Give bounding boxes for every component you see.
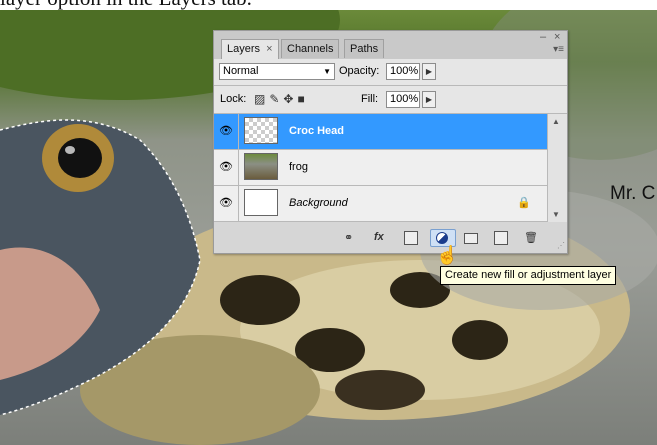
caption-strip: layer option in the Layers tab. xyxy=(0,0,657,10)
layer-name: Croc Head xyxy=(289,125,345,137)
eye-icon[interactable]: 👁 xyxy=(218,196,234,210)
mask-icon[interactable] xyxy=(404,231,418,245)
lock-options: ▨✎✥■ xyxy=(254,92,309,106)
opacity-label: Opacity: xyxy=(339,65,380,77)
layers-bottom-bar: ⚭ fx 🗑 ⋰ xyxy=(214,225,567,252)
new-layer-icon[interactable] xyxy=(494,231,508,245)
layers-panel: Layers × Channels Paths – × ▾≡ Normal ▼ … xyxy=(213,30,568,254)
blend-mode-select[interactable]: Normal ▼ xyxy=(219,63,335,80)
lock-transparent-icon[interactable]: ▨ xyxy=(254,92,269,106)
tab-channels-label: Channels xyxy=(287,43,334,55)
tab-paths[interactable]: Paths xyxy=(344,39,385,58)
tab-layers[interactable]: Layers × xyxy=(221,39,279,59)
layer-scrollbar[interactable]: ▲ ▼ xyxy=(547,114,567,222)
resize-grip-icon[interactable]: ⋰ xyxy=(557,241,565,250)
lock-all-icon[interactable]: ■ xyxy=(297,92,308,106)
tab-close-icon[interactable]: × xyxy=(266,43,272,55)
divider xyxy=(238,150,239,185)
divider xyxy=(238,114,239,149)
lock-position-icon[interactable]: ✥ xyxy=(283,92,297,106)
tab-paths-label: Paths xyxy=(350,43,379,55)
scroll-down-icon[interactable]: ▼ xyxy=(552,210,560,219)
link-icon[interactable]: ⚭ xyxy=(344,231,353,245)
eye-icon[interactable]: 👁 xyxy=(218,124,234,138)
adjustment-icon xyxy=(436,232,448,244)
panel-menu-icon[interactable]: ▾≡ xyxy=(553,44,564,55)
hand-cursor-icon: ☝ xyxy=(436,245,459,265)
layer-name: frog xyxy=(289,161,308,173)
layer-row-frog[interactable]: 👁 frog xyxy=(214,150,547,186)
tab-layers-label: Layers xyxy=(227,43,261,55)
lock-icon: 🔒 xyxy=(517,197,531,209)
layer-thumbnail xyxy=(244,117,278,144)
lock-label: Lock: xyxy=(220,93,247,105)
lock-image-icon[interactable]: ✎ xyxy=(269,92,283,106)
lock-row: Lock: ▨✎✥■ Fill: 100% ▶ xyxy=(214,86,567,114)
opacity-stepper[interactable]: ▶ xyxy=(422,63,436,80)
layer-name: Background xyxy=(289,197,348,209)
group-icon[interactable] xyxy=(464,233,478,244)
layer-thumbnail xyxy=(244,153,278,180)
caption-text: layer option in the Layers tab. xyxy=(0,0,252,10)
fill-field[interactable]: 100% xyxy=(386,91,420,108)
tab-channels[interactable]: Channels xyxy=(281,39,340,58)
layer-row-croc-head[interactable]: 👁 Croc Head xyxy=(214,114,547,150)
tooltip: Create new fill or adjustment layer xyxy=(440,266,617,285)
opacity-field[interactable]: 100% xyxy=(386,63,420,80)
blend-mode-value: Normal xyxy=(223,65,259,77)
blend-row: Normal ▼ Opacity: 100% ▶ xyxy=(214,59,567,86)
divider xyxy=(238,186,239,221)
scroll-up-icon[interactable]: ▲ xyxy=(552,117,560,126)
layer-row-background[interactable]: 👁 Background 🔒 xyxy=(214,186,547,222)
panel-tab-bar: Layers × Channels Paths – × ▾≡ xyxy=(214,31,567,59)
trash-icon[interactable]: 🗑 xyxy=(524,231,538,245)
eye-icon[interactable]: 👁 xyxy=(218,160,234,174)
fill-stepper[interactable]: ▶ xyxy=(422,91,436,108)
close-icon[interactable]: × xyxy=(554,31,560,43)
fx-icon[interactable]: fx xyxy=(374,231,384,245)
fill-label: Fill: xyxy=(361,93,379,105)
side-text: Mr. C xyxy=(610,183,656,204)
minimize-icon[interactable]: – xyxy=(540,31,546,43)
layer-thumbnail xyxy=(244,189,278,216)
chevron-down-icon: ▼ xyxy=(323,67,331,76)
layer-list: 👁 Croc Head 👁 frog 👁 Background 🔒 xyxy=(214,114,547,222)
